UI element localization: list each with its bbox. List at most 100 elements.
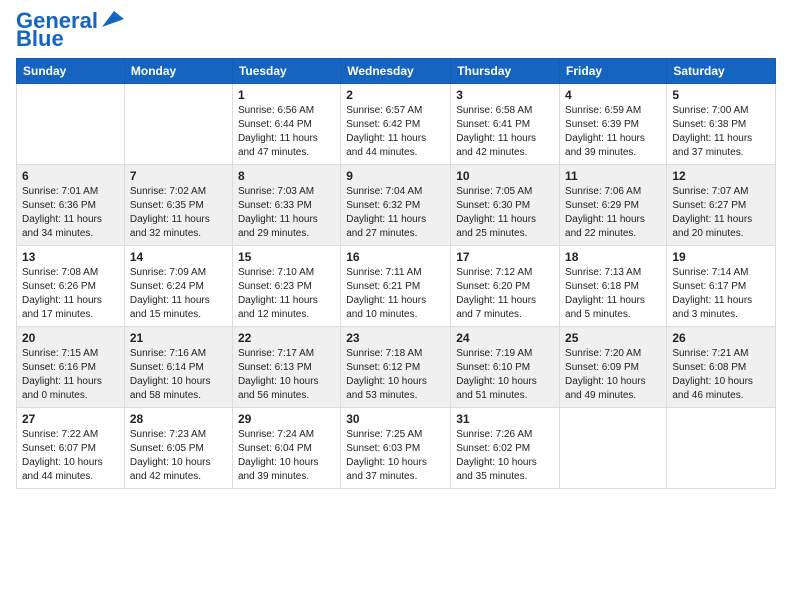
- calendar-table: SundayMondayTuesdayWednesdayThursdayFrid…: [16, 58, 776, 489]
- calendar-cell: 28 Sunrise: 7:23 AMSunset: 6:05 PMDayligh…: [124, 408, 232, 489]
- calendar-cell: 22 Sunrise: 7:17 AMSunset: 6:13 PMDayligh…: [232, 327, 340, 408]
- day-info: Sunrise: 7:21 AMSunset: 6:08 PMDaylight:…: [672, 348, 753, 401]
- day-number: 8: [238, 169, 335, 183]
- page: General Blue SundayMondayTuesdayWednesda…: [0, 0, 792, 612]
- day-info: Sunrise: 7:23 AMSunset: 6:05 PMDaylight:…: [130, 429, 211, 482]
- day-number: 6: [22, 169, 119, 183]
- day-number: 7: [130, 169, 227, 183]
- day-info: Sunrise: 7:03 AMSunset: 6:33 PMDaylight:…: [238, 186, 318, 239]
- calendar-cell: 4 Sunrise: 6:59 AMSunset: 6:39 PMDaylight…: [560, 84, 667, 165]
- logo-blue: Blue: [16, 28, 64, 50]
- day-number: 23: [346, 331, 445, 345]
- day-number: 13: [22, 250, 119, 264]
- day-info: Sunrise: 6:59 AMSunset: 6:39 PMDaylight:…: [565, 105, 645, 158]
- day-number: 18: [565, 250, 661, 264]
- day-info: Sunrise: 6:57 AMSunset: 6:42 PMDaylight:…: [346, 105, 426, 158]
- day-number: 28: [130, 412, 227, 426]
- day-number: 26: [672, 331, 770, 345]
- day-info: Sunrise: 7:19 AMSunset: 6:10 PMDaylight:…: [456, 348, 537, 401]
- col-header-friday: Friday: [560, 59, 667, 84]
- day-number: 19: [672, 250, 770, 264]
- calendar-cell: 7Sunrise: 7:02 AMSunset: 6:35 PMDaylight…: [124, 165, 232, 246]
- calendar-cell: 6 Sunrise: 7:01 AMSunset: 6:36 PMDaylight…: [17, 165, 125, 246]
- day-number: 22: [238, 331, 335, 345]
- day-info: Sunrise: 7:10 AMSunset: 6:23 PMDaylight:…: [238, 267, 318, 320]
- day-info: Sunrise: 6:58 AMSunset: 6:41 PMDaylight:…: [456, 105, 536, 158]
- day-number: 30: [346, 412, 445, 426]
- day-number: 10: [456, 169, 554, 183]
- calendar-cell: 27Sunrise: 7:22 AMSunset: 6:07 PMDayligh…: [17, 408, 125, 489]
- day-info: Sunrise: 7:06 AMSunset: 6:29 PMDaylight:…: [565, 186, 645, 239]
- calendar-cell: 23 Sunrise: 7:18 AMSunset: 6:12 PMDayligh…: [341, 327, 451, 408]
- calendar-cell: 1 Sunrise: 6:56 AMSunset: 6:44 PMDaylight…: [232, 84, 340, 165]
- day-number: 21: [130, 331, 227, 345]
- day-info: Sunrise: 7:11 AMSunset: 6:21 PMDaylight:…: [346, 267, 426, 320]
- day-info: Sunrise: 7:17 AMSunset: 6:13 PMDaylight:…: [238, 348, 319, 401]
- day-number: 5: [672, 88, 770, 102]
- calendar-cell: 13 Sunrise: 7:08 AMSunset: 6:26 PMDayligh…: [17, 246, 125, 327]
- calendar-week-2: 6 Sunrise: 7:01 AMSunset: 6:36 PMDaylight…: [17, 165, 776, 246]
- day-info: Sunrise: 6:56 AMSunset: 6:44 PMDaylight:…: [238, 105, 318, 158]
- day-number: 14: [130, 250, 227, 264]
- calendar-cell: 19 Sunrise: 7:14 AMSunset: 6:17 PMDayligh…: [667, 246, 776, 327]
- col-header-sunday: Sunday: [17, 59, 125, 84]
- calendar-cell: 16 Sunrise: 7:11 AMSunset: 6:21 PMDayligh…: [341, 246, 451, 327]
- calendar-cell: 21 Sunrise: 7:16 AMSunset: 6:14 PMDayligh…: [124, 327, 232, 408]
- calendar-cell: 10Sunrise: 7:05 AMSunset: 6:30 PMDayligh…: [451, 165, 560, 246]
- day-info: Sunrise: 7:00 AMSunset: 6:38 PMDaylight:…: [672, 105, 752, 158]
- calendar-cell: 18 Sunrise: 7:13 AMSunset: 6:18 PMDayligh…: [560, 246, 667, 327]
- day-number: 11: [565, 169, 661, 183]
- day-number: 3: [456, 88, 554, 102]
- day-number: 1: [238, 88, 335, 102]
- calendar-cell: 2 Sunrise: 6:57 AMSunset: 6:42 PMDaylight…: [341, 84, 451, 165]
- col-header-wednesday: Wednesday: [341, 59, 451, 84]
- day-number: 2: [346, 88, 445, 102]
- calendar-header-row: SundayMondayTuesdayWednesdayThursdayFrid…: [17, 59, 776, 84]
- calendar-cell: [124, 84, 232, 165]
- calendar-cell: 9 Sunrise: 7:04 AMSunset: 6:32 PMDaylight…: [341, 165, 451, 246]
- day-info: Sunrise: 7:20 AMSunset: 6:09 PMDaylight:…: [565, 348, 646, 401]
- day-number: 15: [238, 250, 335, 264]
- calendar-week-5: 27Sunrise: 7:22 AMSunset: 6:07 PMDayligh…: [17, 408, 776, 489]
- calendar-cell: 26 Sunrise: 7:21 AMSunset: 6:08 PMDayligh…: [667, 327, 776, 408]
- day-number: 4: [565, 88, 661, 102]
- logo-blue-text: Blue: [16, 26, 64, 51]
- day-info: Sunrise: 7:14 AMSunset: 6:17 PMDaylight:…: [672, 267, 752, 320]
- calendar-cell: 17Sunrise: 7:12 AMSunset: 6:20 PMDayligh…: [451, 246, 560, 327]
- day-info: Sunrise: 7:18 AMSunset: 6:12 PMDaylight:…: [346, 348, 427, 401]
- calendar-cell: 20Sunrise: 7:15 AMSunset: 6:16 PMDayligh…: [17, 327, 125, 408]
- calendar-cell: 8 Sunrise: 7:03 AMSunset: 6:33 PMDaylight…: [232, 165, 340, 246]
- col-header-thursday: Thursday: [451, 59, 560, 84]
- logo: General Blue: [16, 10, 126, 50]
- calendar-week-1: 1 Sunrise: 6:56 AMSunset: 6:44 PMDaylight…: [17, 84, 776, 165]
- calendar-cell: 5 Sunrise: 7:00 AMSunset: 6:38 PMDaylight…: [667, 84, 776, 165]
- calendar-cell: 12 Sunrise: 7:07 AMSunset: 6:27 PMDayligh…: [667, 165, 776, 246]
- day-number: 24: [456, 331, 554, 345]
- col-header-monday: Monday: [124, 59, 232, 84]
- day-info: Sunrise: 7:16 AMSunset: 6:14 PMDaylight:…: [130, 348, 211, 401]
- day-info: Sunrise: 7:26 AMSunset: 6:02 PMDaylight:…: [456, 429, 537, 482]
- day-info: Sunrise: 7:07 AMSunset: 6:27 PMDaylight:…: [672, 186, 752, 239]
- day-number: 9: [346, 169, 445, 183]
- calendar-cell: 24 Sunrise: 7:19 AMSunset: 6:10 PMDayligh…: [451, 327, 560, 408]
- calendar-cell: 30Sunrise: 7:25 AMSunset: 6:03 PMDayligh…: [341, 408, 451, 489]
- day-number: 31: [456, 412, 554, 426]
- header: General Blue: [16, 10, 776, 50]
- day-info: Sunrise: 7:01 AMSunset: 6:36 PMDaylight:…: [22, 186, 102, 239]
- calendar-cell: 3 Sunrise: 6:58 AMSunset: 6:41 PMDaylight…: [451, 84, 560, 165]
- day-info: Sunrise: 7:13 AMSunset: 6:18 PMDaylight:…: [565, 267, 645, 320]
- day-info: Sunrise: 7:09 AMSunset: 6:24 PMDaylight:…: [130, 267, 210, 320]
- day-number: 16: [346, 250, 445, 264]
- calendar-cell: 29Sunrise: 7:24 AMSunset: 6:04 PMDayligh…: [232, 408, 340, 489]
- day-info: Sunrise: 7:22 AMSunset: 6:07 PMDaylight:…: [22, 429, 103, 482]
- logo-arrow-icon: [100, 9, 126, 29]
- day-info: Sunrise: 7:08 AMSunset: 6:26 PMDaylight:…: [22, 267, 102, 320]
- calendar-cell: 31 Sunrise: 7:26 AMSunset: 6:02 PMDayligh…: [451, 408, 560, 489]
- calendar-week-4: 20Sunrise: 7:15 AMSunset: 6:16 PMDayligh…: [17, 327, 776, 408]
- calendar-cell: [667, 408, 776, 489]
- calendar-week-3: 13 Sunrise: 7:08 AMSunset: 6:26 PMDayligh…: [17, 246, 776, 327]
- day-info: Sunrise: 7:04 AMSunset: 6:32 PMDaylight:…: [346, 186, 426, 239]
- day-number: 20: [22, 331, 119, 345]
- day-number: 12: [672, 169, 770, 183]
- day-info: Sunrise: 7:24 AMSunset: 6:04 PMDaylight:…: [238, 429, 319, 482]
